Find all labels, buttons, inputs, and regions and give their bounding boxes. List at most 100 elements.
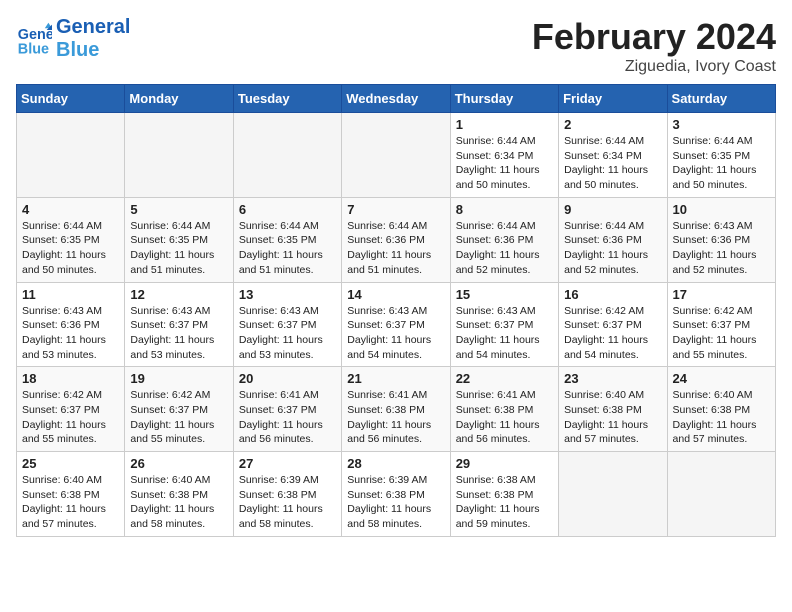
day-info: Sunrise: 6:38 AMSunset: 6:38 PMDaylight:… — [456, 473, 553, 532]
day-number: 23 — [564, 371, 661, 386]
day-info: Sunrise: 6:41 AMSunset: 6:37 PMDaylight:… — [239, 388, 336, 447]
calendar-cell: 7 Sunrise: 6:44 AMSunset: 6:36 PMDaylight… — [342, 197, 450, 282]
calendar-cell: 1Sunrise: 6:44 AMSunset: 6:34 PMDaylight… — [450, 113, 558, 198]
calendar-subtitle: Ziguedia, Ivory Coast — [532, 58, 776, 76]
calendar-cell: 25 Sunrise: 6:40 AMSunset: 6:38 PMDayligh… — [17, 452, 125, 537]
logo-icon: General Blue — [16, 21, 52, 57]
calendar-cell: 3 Sunrise: 6:44 AMSunset: 6:35 PMDaylight… — [667, 113, 775, 198]
day-info: Sunrise: 6:43 AMSunset: 6:36 PMDaylight:… — [673, 219, 770, 278]
day-number: 29 — [456, 456, 553, 471]
day-number: 4 — [22, 202, 119, 217]
calendar-cell: 10 Sunrise: 6:43 AMSunset: 6:36 PMDayligh… — [667, 197, 775, 282]
svg-text:Blue: Blue — [18, 41, 49, 57]
weekday-header-row: SundayMondayTuesdayWednesdayThursdayFrid… — [17, 85, 776, 113]
day-info: Sunrise: 6:43 AMSunset: 6:37 PMDaylight:… — [239, 304, 336, 363]
calendar-cell: 11 Sunrise: 6:43 AMSunset: 6:36 PMDayligh… — [17, 282, 125, 367]
calendar-cell: 12 Sunrise: 6:43 AMSunset: 6:37 PMDayligh… — [125, 282, 233, 367]
calendar-cell — [667, 452, 775, 537]
day-info: Sunrise: 6:41 AMSunset: 6:38 PMDaylight:… — [456, 388, 553, 447]
day-number: 14 — [347, 287, 444, 302]
calendar-week-row: 18Sunrise: 6:42 AMSunset: 6:37 PMDayligh… — [17, 367, 776, 452]
calendar-cell — [125, 113, 233, 198]
calendar-cell: 26 Sunrise: 6:40 AMSunset: 6:38 PMDayligh… — [125, 452, 233, 537]
day-number: 22 — [456, 371, 553, 386]
weekday-header-friday: Friday — [559, 85, 667, 113]
weekday-header-tuesday: Tuesday — [233, 85, 341, 113]
calendar-cell: 14 Sunrise: 6:43 AMSunset: 6:37 PMDayligh… — [342, 282, 450, 367]
day-info: Sunrise: 6:40 AMSunset: 6:38 PMDaylight:… — [130, 473, 227, 532]
calendar-week-row: 1Sunrise: 6:44 AMSunset: 6:34 PMDaylight… — [17, 113, 776, 198]
day-info: Sunrise: 6:40 AMSunset: 6:38 PMDaylight:… — [564, 388, 661, 447]
calendar-cell: 16 Sunrise: 6:42 AMSunset: 6:37 PMDayligh… — [559, 282, 667, 367]
calendar-cell — [233, 113, 341, 198]
day-number: 9 — [564, 202, 661, 217]
calendar-cell: 13 Sunrise: 6:43 AMSunset: 6:37 PMDayligh… — [233, 282, 341, 367]
calendar-cell: 23 Sunrise: 6:40 AMSunset: 6:38 PMDayligh… — [559, 367, 667, 452]
day-number: 10 — [673, 202, 770, 217]
title-block: February 2024 Ziguedia, Ivory Coast — [532, 16, 776, 76]
day-number: 12 — [130, 287, 227, 302]
calendar-week-row: 4 Sunrise: 6:44 AMSunset: 6:35 PMDaylight… — [17, 197, 776, 282]
weekday-header-sunday: Sunday — [17, 85, 125, 113]
day-number: 8 — [456, 202, 553, 217]
day-info: Sunrise: 6:44 AMSunset: 6:36 PMDaylight:… — [347, 219, 444, 278]
day-info: Sunrise: 6:42 AMSunset: 6:37 PMDaylight:… — [673, 304, 770, 363]
calendar-cell: 28 Sunrise: 6:39 AMSunset: 6:38 PMDayligh… — [342, 452, 450, 537]
calendar-table: SundayMondayTuesdayWednesdayThursdayFrid… — [16, 84, 776, 537]
logo: General Blue General Blue — [16, 16, 130, 62]
day-info: Sunrise: 6:43 AMSunset: 6:36 PMDaylight:… — [22, 304, 119, 363]
day-number: 15 — [456, 287, 553, 302]
calendar-cell: 24 Sunrise: 6:40 AMSunset: 6:38 PMDayligh… — [667, 367, 775, 452]
day-info: Sunrise: 6:44 AMSunset: 6:35 PMDaylight:… — [673, 134, 770, 193]
day-number: 25 — [22, 456, 119, 471]
day-info: Sunrise: 6:40 AMSunset: 6:38 PMDaylight:… — [673, 388, 770, 447]
day-info: Sunrise: 6:40 AMSunset: 6:38 PMDaylight:… — [22, 473, 119, 532]
calendar-cell: 9Sunrise: 6:44 AMSunset: 6:36 PMDaylight… — [559, 197, 667, 282]
day-info: Sunrise: 6:41 AMSunset: 6:38 PMDaylight:… — [347, 388, 444, 447]
calendar-week-row: 25 Sunrise: 6:40 AMSunset: 6:38 PMDayligh… — [17, 452, 776, 537]
calendar-cell: 27 Sunrise: 6:39 AMSunset: 6:38 PMDayligh… — [233, 452, 341, 537]
calendar-cell: 4 Sunrise: 6:44 AMSunset: 6:35 PMDaylight… — [17, 197, 125, 282]
day-number: 21 — [347, 371, 444, 386]
day-number: 28 — [347, 456, 444, 471]
day-info: Sunrise: 6:44 AMSunset: 6:34 PMDaylight:… — [564, 134, 661, 193]
day-info: Sunrise: 6:42 AMSunset: 6:37 PMDaylight:… — [564, 304, 661, 363]
day-info: Sunrise: 6:39 AMSunset: 6:38 PMDaylight:… — [239, 473, 336, 532]
calendar-cell: 6 Sunrise: 6:44 AMSunset: 6:35 PMDaylight… — [233, 197, 341, 282]
day-number: 24 — [673, 371, 770, 386]
day-number: 13 — [239, 287, 336, 302]
day-number: 19 — [130, 371, 227, 386]
day-info: Sunrise: 6:44 AMSunset: 6:35 PMDaylight:… — [22, 219, 119, 278]
day-number: 16 — [564, 287, 661, 302]
calendar-cell: 15Sunrise: 6:43 AMSunset: 6:37 PMDayligh… — [450, 282, 558, 367]
weekday-header-monday: Monday — [125, 85, 233, 113]
day-info: Sunrise: 6:44 AMSunset: 6:34 PMDaylight:… — [456, 134, 553, 193]
day-info: Sunrise: 6:42 AMSunset: 6:37 PMDaylight:… — [130, 388, 227, 447]
weekday-header-wednesday: Wednesday — [342, 85, 450, 113]
day-number: 2 — [564, 117, 661, 132]
day-info: Sunrise: 6:42 AMSunset: 6:37 PMDaylight:… — [22, 388, 119, 447]
weekday-header-saturday: Saturday — [667, 85, 775, 113]
calendar-cell: 5Sunrise: 6:44 AMSunset: 6:35 PMDaylight… — [125, 197, 233, 282]
calendar-cell: 18Sunrise: 6:42 AMSunset: 6:37 PMDayligh… — [17, 367, 125, 452]
day-info: Sunrise: 6:43 AMSunset: 6:37 PMDaylight:… — [130, 304, 227, 363]
day-number: 11 — [22, 287, 119, 302]
day-number: 27 — [239, 456, 336, 471]
day-info: Sunrise: 6:44 AMSunset: 6:35 PMDaylight:… — [239, 219, 336, 278]
calendar-cell — [559, 452, 667, 537]
calendar-cell: 20Sunrise: 6:41 AMSunset: 6:37 PMDayligh… — [233, 367, 341, 452]
day-info: Sunrise: 6:39 AMSunset: 6:38 PMDaylight:… — [347, 473, 444, 532]
day-info: Sunrise: 6:44 AMSunset: 6:36 PMDaylight:… — [456, 219, 553, 278]
day-number: 7 — [347, 202, 444, 217]
calendar-cell: 8 Sunrise: 6:44 AMSunset: 6:36 PMDaylight… — [450, 197, 558, 282]
day-number: 26 — [130, 456, 227, 471]
page-header: General Blue General Blue February 2024 … — [16, 16, 776, 76]
day-number: 5 — [130, 202, 227, 217]
day-number: 6 — [239, 202, 336, 217]
day-info: Sunrise: 6:43 AMSunset: 6:37 PMDaylight:… — [347, 304, 444, 363]
calendar-cell: 2 Sunrise: 6:44 AMSunset: 6:34 PMDaylight… — [559, 113, 667, 198]
calendar-cell: 17Sunrise: 6:42 AMSunset: 6:37 PMDayligh… — [667, 282, 775, 367]
logo-text-blue: Blue — [56, 39, 130, 62]
calendar-cell: 21 Sunrise: 6:41 AMSunset: 6:38 PMDayligh… — [342, 367, 450, 452]
day-number: 3 — [673, 117, 770, 132]
